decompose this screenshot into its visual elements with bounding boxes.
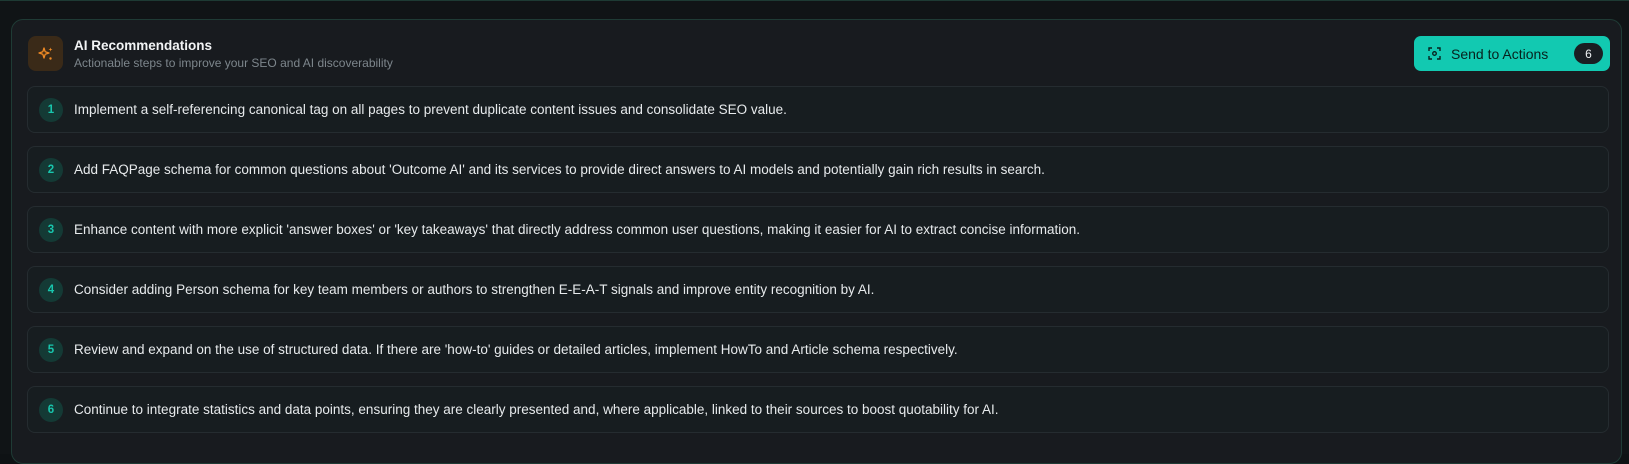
recommendation-text: Consider adding Person schema for key te… [74, 282, 875, 297]
panel-subtitle: Actionable steps to improve your SEO and… [74, 56, 393, 70]
recommendation-number: 2 [39, 157, 63, 182]
recommendation-item: 5 Review and expand on the use of struct… [27, 326, 1609, 373]
recommendation-text: Implement a self-referencing canonical t… [74, 102, 787, 117]
recommendations-list: 1 Implement a self-referencing canonical… [27, 86, 1609, 446]
recommendation-number: 4 [39, 277, 63, 302]
recommendation-text: Enhance content with more explicit 'answ… [74, 222, 1081, 237]
scan-icon [1428, 47, 1441, 60]
actions-count-badge: 6 [1574, 43, 1603, 64]
recommendation-item: 3 Enhance content with more explicit 'an… [27, 206, 1609, 253]
recommendation-number: 3 [39, 217, 63, 242]
send-to-actions-button[interactable]: Send to Actions 6 [1414, 36, 1610, 71]
recommendation-text: Review and expand on the use of structur… [74, 342, 958, 357]
recommendation-text: Add FAQPage schema for common questions … [74, 162, 1045, 177]
recommendation-number: 5 [39, 337, 63, 362]
recommendation-text: Continue to integrate statistics and dat… [74, 402, 999, 417]
recommendation-item: 6 Continue to integrate statistics and d… [27, 386, 1609, 433]
sparkles-icon [28, 36, 63, 71]
recommendation-item: 4 Consider adding Person schema for key … [27, 266, 1609, 313]
recommendation-number: 1 [39, 97, 63, 122]
page-background: AI Recommendations Actionable steps to i… [0, 0, 1629, 464]
send-to-actions-label: Send to Actions [1451, 45, 1549, 62]
recommendation-item: 2 Add FAQPage schema for common question… [27, 146, 1609, 193]
recommendation-item: 1 Implement a self-referencing canonical… [27, 86, 1609, 133]
ai-recommendations-panel: AI Recommendations Actionable steps to i… [11, 19, 1622, 464]
recommendation-number: 6 [39, 397, 63, 422]
panel-title: AI Recommendations [74, 38, 213, 53]
